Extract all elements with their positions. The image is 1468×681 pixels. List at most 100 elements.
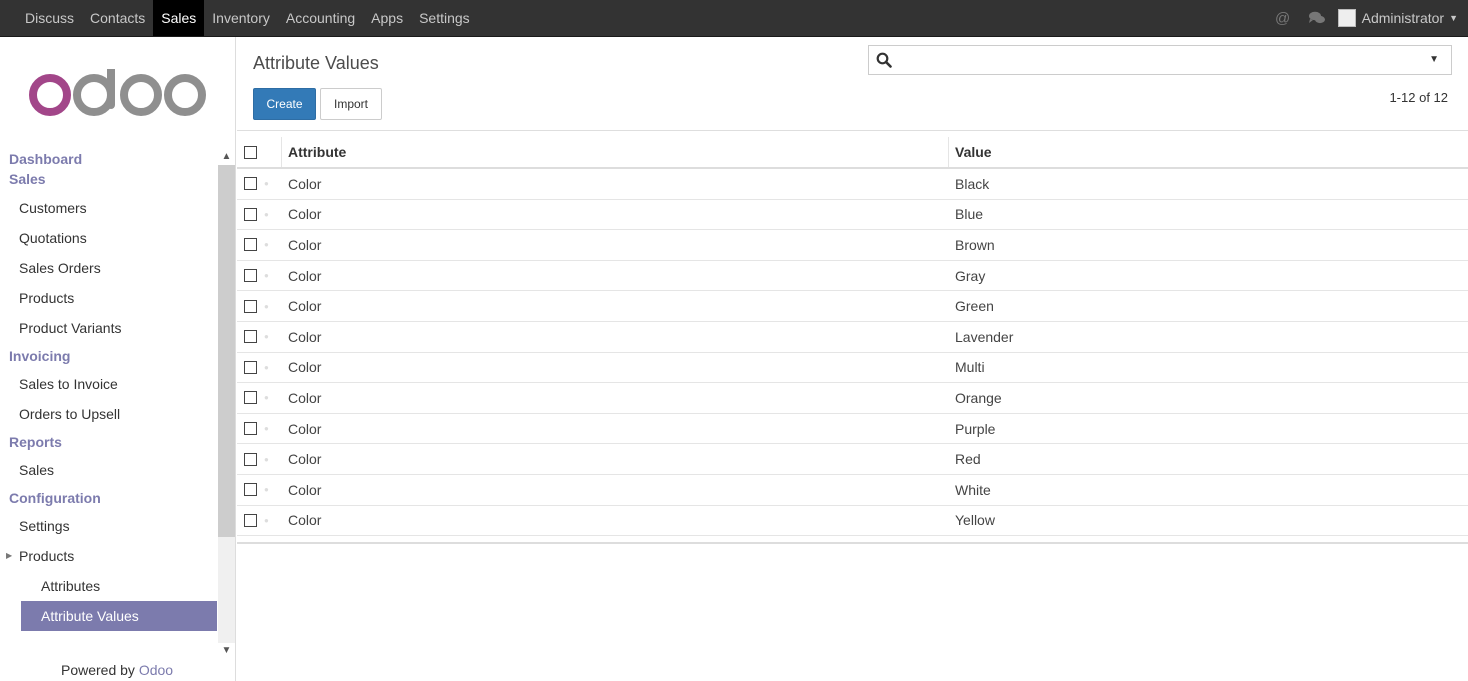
caret-down-icon: ▼ <box>1449 13 1458 23</box>
row-checkbox[interactable] <box>244 269 257 283</box>
table-row[interactable]: ● Color White <box>237 475 1468 506</box>
cell-attribute: Color <box>288 420 322 437</box>
column-header-attribute[interactable]: Attribute <box>288 144 346 160</box>
sidebar-header-configuration[interactable]: Configuration <box>0 488 218 508</box>
menu-discuss[interactable]: Discuss <box>17 0 82 36</box>
odoo-link[interactable]: Odoo <box>139 662 173 678</box>
cell-attribute: Color <box>288 175 322 192</box>
search-input[interactable] <box>899 49 1419 71</box>
row-checkbox[interactable] <box>244 207 257 221</box>
row-checkbox[interactable] <box>244 483 257 497</box>
caret-right-icon: ▶ <box>6 551 13 560</box>
cell-attribute: Color <box>288 236 322 253</box>
sidebar-item-sales-report[interactable]: Sales <box>0 455 218 485</box>
sidebar-item-config-products[interactable]: ▶ Products <box>0 541 218 571</box>
menu-apps[interactable]: Apps <box>363 0 411 36</box>
table-row[interactable]: ● Color Brown <box>237 230 1468 261</box>
sidebar-item-product-variants[interactable]: Product Variants <box>0 313 218 343</box>
table-header: Attribute Value <box>237 137 1468 169</box>
cell-attribute: Color <box>288 298 322 315</box>
table-row[interactable]: ● Color Gray <box>237 261 1468 292</box>
main-content: Attribute Values Create Import ▼ 1-12 of… <box>237 37 1468 681</box>
chevron-down-icon[interactable]: ▼ <box>218 643 235 659</box>
drag-handle-icon: ● <box>264 485 269 495</box>
create-button[interactable]: Create <box>253 88 316 120</box>
table-row[interactable]: ● Color Multi <box>237 353 1468 384</box>
drag-handle-icon: ● <box>264 271 269 281</box>
row-checkbox[interactable] <box>244 299 257 313</box>
page-title: Attribute Values <box>253 53 379 73</box>
sidebar-header-invoicing[interactable]: Invoicing <box>0 346 218 366</box>
table-row[interactable]: ● Color Orange <box>237 383 1468 414</box>
chat-icon[interactable] <box>1302 0 1332 36</box>
column-divider <box>948 137 949 167</box>
chevron-up-icon[interactable]: ▲ <box>218 149 235 165</box>
sidebar-item-products[interactable]: Products <box>0 283 218 313</box>
drag-handle-icon: ● <box>264 209 269 219</box>
sidebar-item-sales-to-invoice[interactable]: Sales to Invoice <box>0 369 218 399</box>
menu-inventory[interactable]: Inventory <box>204 0 278 36</box>
cell-attribute: Color <box>288 512 322 529</box>
sidebar-scrollbar[interactable]: ▲ ▼ <box>218 149 235 659</box>
sidebar-item-quotations[interactable]: Quotations <box>0 223 218 253</box>
drag-handle-icon: ● <box>264 393 269 403</box>
cell-value: Yellow <box>955 512 995 529</box>
drag-handle-icon: ● <box>264 179 269 189</box>
user-menu[interactable]: Administrator ▼ <box>1337 9 1458 27</box>
sidebar-item-orders-to-upsell[interactable]: Orders to Upsell <box>0 399 218 429</box>
search-box[interactable]: ▼ <box>868 45 1452 75</box>
cell-attribute: Color <box>288 389 322 406</box>
select-all-checkbox[interactable] <box>244 145 257 159</box>
drag-handle-icon: ● <box>264 515 269 525</box>
odoo-logo <box>29 69 206 116</box>
sidebar-item-label: Products <box>19 548 75 564</box>
menu-sales[interactable]: Sales <box>153 0 205 36</box>
menu-settings[interactable]: Settings <box>411 0 478 36</box>
table-row[interactable]: ● Color Green <box>237 291 1468 322</box>
sidebar-item-attributes[interactable]: Attributes <box>0 571 218 601</box>
cell-value: Black <box>955 175 990 192</box>
table-row[interactable]: ● Color Red <box>237 444 1468 475</box>
search-options-icon[interactable]: ▼ <box>1429 54 1439 65</box>
column-header-value[interactable]: Value <box>955 144 992 160</box>
row-checkbox[interactable] <box>244 238 257 252</box>
drag-handle-icon: ● <box>264 362 269 372</box>
sidebar-item-settings[interactable]: Settings <box>0 511 218 541</box>
row-checkbox[interactable] <box>244 360 257 374</box>
sidebar-header-dashboard[interactable]: Dashboard <box>0 149 218 169</box>
sidebar-item-customers[interactable]: Customers <box>0 193 218 223</box>
table-row[interactable]: ● Color Purple <box>237 414 1468 445</box>
row-checkbox[interactable] <box>244 513 257 527</box>
sidebar-header-reports[interactable]: Reports <box>0 432 218 452</box>
table-row[interactable]: ● Color Yellow <box>237 506 1468 537</box>
sidebar-item-attribute-values[interactable]: Attribute Values <box>21 601 217 631</box>
control-panel: Attribute Values Create Import ▼ 1-12 of… <box>237 37 1468 131</box>
user-name: Administrator <box>1361 10 1445 26</box>
row-checkbox[interactable] <box>244 422 257 436</box>
menu-accounting[interactable]: Accounting <box>278 0 363 36</box>
scroll-thumb[interactable] <box>218 165 235 537</box>
table-row[interactable]: ● Color Black <box>237 169 1468 200</box>
table-body: ● Color Black ● Color Blue ● Color Brown ● Color Gr… <box>237 169 1468 537</box>
cell-attribute: Color <box>288 206 322 223</box>
row-checkbox[interactable] <box>244 177 257 191</box>
list-table: Attribute Value ● Color Black ● Color Blue ● Co… <box>237 137 1468 545</box>
table-row[interactable]: ● Color Blue <box>237 200 1468 231</box>
row-checkbox[interactable] <box>244 452 257 466</box>
menu-contacts[interactable]: Contacts <box>82 0 153 36</box>
table-row[interactable]: ● Color Lavender <box>237 322 1468 353</box>
sidebar-header-sales[interactable]: Sales <box>0 169 218 189</box>
at-icon[interactable]: @ <box>1268 0 1298 36</box>
cell-value: Orange <box>955 389 1002 406</box>
powered-by-label: Powered by <box>61 662 135 678</box>
row-checkbox[interactable] <box>244 330 257 344</box>
sidebar-item-sales-orders[interactable]: Sales Orders <box>0 253 218 283</box>
cell-value: Brown <box>955 236 995 253</box>
row-checkbox[interactable] <box>244 391 257 405</box>
pager-value[interactable]: 1-12 of 12 <box>1389 90 1448 105</box>
cell-attribute: Color <box>288 359 322 376</box>
import-button[interactable]: Import <box>320 88 382 120</box>
app-menu: Discuss Contacts Sales Inventory Account… <box>17 0 478 36</box>
sidebar: Dashboard Sales Customers Quotations Sal… <box>0 37 236 681</box>
cell-attribute: Color <box>288 451 322 468</box>
